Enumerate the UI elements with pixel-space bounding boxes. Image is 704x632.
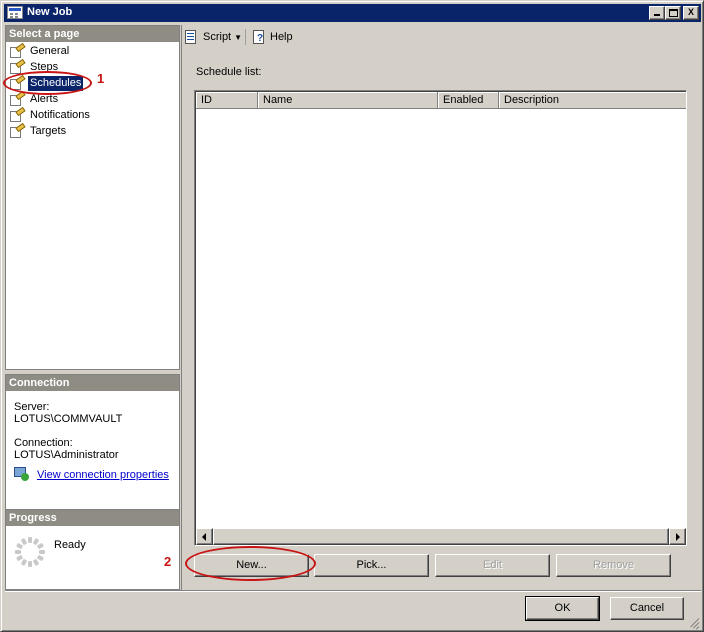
arrow-left-icon bbox=[202, 533, 206, 541]
connection-label: Connection: bbox=[14, 437, 73, 449]
progress-spinner-icon bbox=[14, 536, 46, 568]
column-header-description[interactable]: Description bbox=[499, 92, 686, 109]
connection-properties-icon bbox=[14, 467, 30, 481]
window-title: New Job bbox=[27, 6, 73, 18]
annotation-marker-2: 2 bbox=[164, 554, 172, 569]
connection-value: LOTUS\Administrator bbox=[14, 449, 119, 461]
page-wrench-icon bbox=[10, 42, 26, 58]
schedule-list-label: Schedule list: bbox=[196, 66, 262, 78]
arrow-right-icon bbox=[676, 533, 680, 541]
new-job-window: New Job X Select a page General Steps Sc… bbox=[0, 0, 704, 632]
help-icon: ? bbox=[251, 29, 267, 45]
cancel-button[interactable]: Cancel bbox=[610, 597, 684, 620]
close-button[interactable]: X bbox=[683, 6, 699, 20]
edit-schedule-button[interactable]: Edit bbox=[435, 554, 550, 577]
horizontal-scrollbar[interactable] bbox=[196, 528, 686, 545]
connection-header: Connection bbox=[6, 375, 179, 391]
script-icon bbox=[184, 29, 200, 45]
server-value: LOTUS\COMMVAULT bbox=[14, 413, 123, 425]
minimize-icon bbox=[654, 14, 660, 16]
schedule-list-grid[interactable]: ID Name Enabled Description bbox=[194, 90, 687, 546]
scroll-right-button[interactable] bbox=[669, 528, 686, 545]
pick-schedule-button[interactable]: Pick... bbox=[314, 554, 429, 577]
script-button[interactable]: Script ▼ bbox=[184, 29, 242, 45]
progress-status: Ready bbox=[54, 539, 86, 551]
ok-button[interactable]: OK bbox=[525, 596, 600, 621]
connection-pane: Connection Server: LOTUS\COMMVAULT Conne… bbox=[5, 374, 180, 517]
column-header-enabled[interactable]: Enabled bbox=[438, 92, 499, 109]
left-panel: Select a page General Steps Schedules Al… bbox=[5, 25, 180, 590]
view-connection-properties-link[interactable]: View connection properties bbox=[37, 469, 169, 481]
help-button[interactable]: ? Help bbox=[251, 29, 293, 45]
window-icon bbox=[7, 6, 23, 19]
footer-separator bbox=[5, 590, 701, 592]
column-header-id[interactable]: ID bbox=[196, 92, 258, 109]
server-label: Server: bbox=[14, 401, 50, 413]
select-page-header: Select a page bbox=[6, 26, 179, 42]
scroll-thumb[interactable] bbox=[213, 528, 669, 545]
column-header-name[interactable]: Name bbox=[258, 92, 438, 109]
resize-grip-icon[interactable] bbox=[687, 615, 700, 630]
page-wrench-icon bbox=[10, 122, 26, 138]
dropdown-arrow-icon[interactable]: ▼ bbox=[234, 30, 242, 46]
page-wrench-icon bbox=[10, 90, 26, 106]
close-icon: X bbox=[687, 7, 694, 17]
maximize-icon bbox=[669, 9, 678, 17]
progress-pane: Progress Ready bbox=[5, 509, 180, 590]
remove-schedule-button[interactable]: Remove bbox=[556, 554, 671, 577]
annotation-marker-1: 1 bbox=[97, 71, 105, 86]
annotation-ellipse-new bbox=[185, 546, 316, 581]
title-bar[interactable]: New Job X bbox=[4, 4, 701, 22]
progress-header: Progress bbox=[6, 510, 179, 526]
page-wrench-icon bbox=[10, 106, 26, 122]
annotation-ellipse-schedules bbox=[3, 71, 92, 95]
scroll-left-button[interactable] bbox=[196, 528, 213, 545]
maximize-button[interactable] bbox=[665, 6, 681, 20]
minimize-button[interactable] bbox=[649, 6, 665, 20]
toolbar-separator bbox=[245, 29, 246, 45]
